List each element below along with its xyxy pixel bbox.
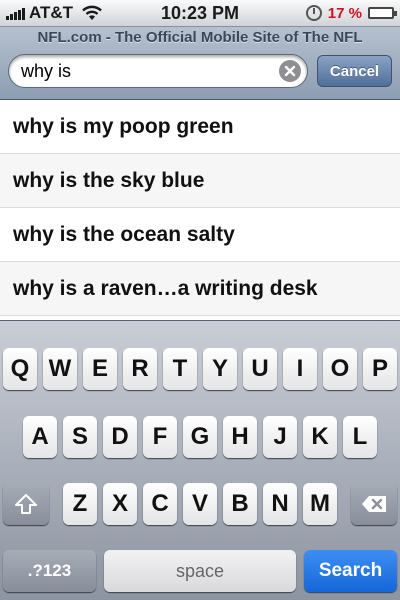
shift-icon [15,494,37,514]
key-c[interactable]: C [143,483,177,525]
key-m[interactable]: M [303,483,337,525]
signal-icon [6,6,25,20]
key-g[interactable]: G [183,416,217,458]
key-o[interactable]: O [323,348,357,390]
key-a[interactable]: A [23,416,57,458]
key-b[interactable]: B [223,483,257,525]
clear-icon[interactable] [279,60,301,82]
status-right: 17 % [305,4,397,22]
key-j[interactable]: J [263,416,297,458]
search-input[interactable] [21,60,279,82]
key-d[interactable]: D [103,416,137,458]
key-h[interactable]: H [223,416,257,458]
wifi-icon [82,5,102,20]
key-e[interactable]: E [83,348,117,390]
suggestion-list: why is my poop green why is the sky blue… [0,100,400,320]
shift-key[interactable] [3,483,49,525]
clear-x-icon [284,65,296,77]
search-key[interactable]: Search [304,550,397,592]
suggestion-item[interactable]: why is a raven…a writing desk [0,262,400,316]
battery-percent: 17 % [327,4,362,22]
key-f[interactable]: F [143,416,177,458]
search-field[interactable] [8,54,308,88]
backspace-icon [362,496,386,512]
key-k[interactable]: K [303,416,337,458]
status-bar: AT&T 10:23 PM 17 % [0,0,400,27]
key-w[interactable]: W [43,348,77,390]
status-left: AT&T [6,3,103,23]
battery-icon [368,7,397,19]
key-u[interactable]: U [243,348,277,390]
cancel-button[interactable]: Cancel [317,55,392,87]
key-s[interactable]: S [63,416,97,458]
key-z[interactable]: Z [63,483,97,525]
key-t[interactable]: T [163,348,197,390]
numbers-mode-key[interactable]: .?123 [3,550,96,592]
key-r[interactable]: R [123,348,157,390]
suggestion-item[interactable]: why is my poop green [0,100,400,154]
delete-key[interactable] [351,483,397,525]
key-q[interactable]: Q [3,348,37,390]
key-i[interactable]: I [283,348,317,390]
page-title: NFL.com - The Official Mobile Site of Th… [37,29,363,46]
space-key[interactable]: space [104,550,296,592]
key-y[interactable]: Y [203,348,237,390]
key-v[interactable]: V [183,483,217,525]
keyboard: Q W E R T Y U I O P A S D F G H J K L Z … [0,320,400,600]
carrier-label: AT&T [29,3,74,22]
suggestion-item[interactable]: why is the ocean salty [0,208,400,262]
key-x[interactable]: X [103,483,137,525]
search-header: NFL.com - The Official Mobile Site of Th… [0,27,400,100]
key-l[interactable]: L [343,416,377,458]
key-p[interactable]: P [363,348,397,390]
orientation-lock-icon [305,5,322,21]
suggestion-item[interactable]: why is the sky blue [0,154,400,208]
key-n[interactable]: N [263,483,297,525]
